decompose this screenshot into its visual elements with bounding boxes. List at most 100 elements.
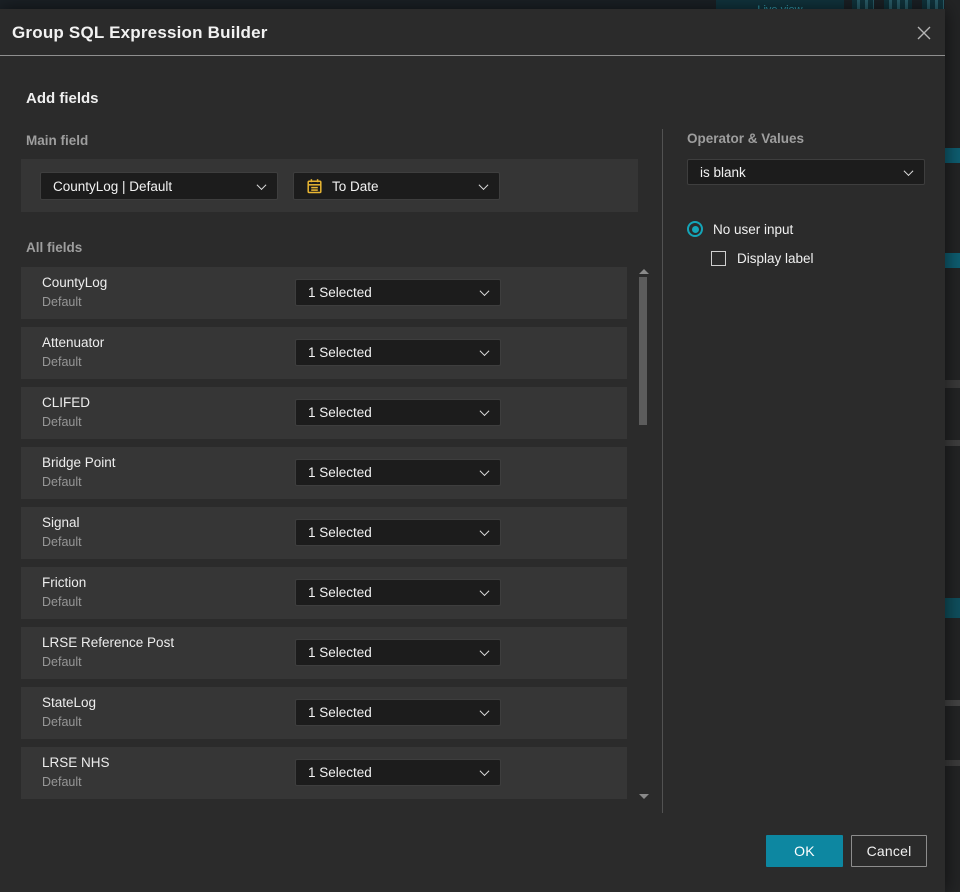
background-fragment [945,440,960,446]
operator-values-label: Operator & Values [687,131,805,146]
chevron-down-icon [478,179,489,190]
background-fragment [945,700,960,706]
chevron-down-icon [479,466,490,477]
operator-select-value: is blank [700,164,746,180]
main-field-label: Main field [26,133,89,148]
selected-count-label: 1 Selected [308,765,372,780]
field-row: Friction Default 1 Selected [21,567,627,619]
dialog-titlebar: Group SQL Expression Builder [0,9,945,56]
field-selected-dropdown[interactable]: 1 Selected [295,639,501,666]
field-subtitle: Default [42,535,82,549]
display-label-checkbox[interactable]: Display label [711,251,814,266]
chevron-down-icon [479,346,490,357]
radio-dot [691,225,699,233]
chevron-down-icon [479,406,490,417]
field-name: StateLog [42,695,97,710]
background-app-right-strip [945,0,960,892]
field-list: CountyLog Default 1 Selected Attenuator … [21,267,627,800]
chevron-down-icon [256,179,267,190]
group-sql-expression-builder-dialog: Group SQL Expression Builder Add fields … [0,9,945,892]
field-subtitle: Default [42,715,82,729]
field-row: CountyLog Default 1 Selected [21,267,627,319]
display-label-text: Display label [737,251,814,266]
scroll-down-icon[interactable] [639,794,649,799]
close-icon [917,26,931,40]
dialog-title: Group SQL Expression Builder [12,23,268,42]
background-icon-fragment [884,0,912,9]
field-name: CLIFED [42,395,91,410]
ok-button[interactable]: OK [766,835,843,867]
background-fragment [945,253,960,268]
scroll-up-icon[interactable] [639,269,649,274]
field-name: Signal [42,515,80,530]
no-user-input-label: No user input [713,221,794,237]
field-row: LRSE NHS Default 1 Selected [21,747,627,799]
chevron-down-icon [479,586,490,597]
field-name: Friction [42,575,87,590]
chevron-down-icon [903,165,914,176]
selected-count-label: 1 Selected [308,705,372,720]
field-subtitle: Default [42,775,82,789]
operator-select[interactable]: is blank [687,159,925,185]
field-row: Bridge Point Default 1 Selected [21,447,627,499]
field-selected-dropdown[interactable]: 1 Selected [295,339,501,366]
chevron-down-icon [479,706,490,717]
field-selected-dropdown[interactable]: 1 Selected [295,699,501,726]
checkbox-icon [711,251,726,266]
background-icon-fragment [922,0,944,9]
field-selected-dropdown[interactable]: 1 Selected [295,759,501,786]
field-row: Signal Default 1 Selected [21,507,627,559]
main-field-select-value: CountyLog | Default [53,178,173,194]
selected-count-label: 1 Selected [308,585,372,600]
background-fragment [945,760,960,766]
field-selected-dropdown[interactable]: 1 Selected [295,459,501,486]
field-name: Attenuator [42,335,105,350]
column-divider [662,129,663,813]
field-name: Bridge Point [42,455,116,470]
main-field-select[interactable]: CountyLog | Default [40,172,278,200]
field-name: LRSE Reference Post [42,635,175,650]
field-row: Attenuator Default 1 Selected [21,327,627,379]
selected-count-label: 1 Selected [308,525,372,540]
field-subtitle: Default [42,295,82,309]
chevron-down-icon [479,526,490,537]
field-subtitle: Default [42,655,82,669]
selected-count-label: 1 Selected [308,465,372,480]
selected-count-label: 1 Selected [308,345,372,360]
field-selected-dropdown[interactable]: 1 Selected [295,399,501,426]
field-list-scrollbar[interactable] [636,267,650,801]
no-user-input-radio[interactable]: No user input [687,221,793,237]
field-subtitle: Default [42,355,82,369]
chevron-down-icon [479,646,490,657]
close-button[interactable] [913,22,935,44]
cancel-button[interactable]: Cancel [851,835,927,867]
field-subtitle: Default [42,475,82,489]
background-icon-fragment [852,0,874,9]
field-name: LRSE NHS [42,755,110,770]
chevron-down-icon [479,766,490,777]
main-field-panel: CountyLog | Default To Date [21,159,638,212]
add-fields-heading: Add fields [26,90,99,107]
field-subtitle: Default [42,415,82,429]
background-fragment [945,148,960,163]
radio-icon [687,221,703,237]
calendar-icon [306,178,323,195]
field-row: StateLog Default 1 Selected [21,687,627,739]
scrollbar-thumb[interactable] [639,277,647,425]
field-selected-dropdown[interactable]: 1 Selected [295,579,501,606]
field-row: CLIFED Default 1 Selected [21,387,627,439]
selected-count-label: 1 Selected [308,405,372,420]
field-subtitle: Default [42,595,82,609]
background-fragment [945,380,960,388]
field-selected-dropdown[interactable]: 1 Selected [295,279,501,306]
all-fields-label: All fields [26,240,83,255]
field-selected-dropdown[interactable]: 1 Selected [295,519,501,546]
background-fragment [945,598,960,618]
field-row: LRSE Reference Post Default 1 Selected [21,627,627,679]
main-field-value-select[interactable]: To Date [293,172,500,200]
main-field-value: To Date [332,178,379,194]
selected-count-label: 1 Selected [308,285,372,300]
chevron-down-icon [479,286,490,297]
background-app-top-strip: Live view [0,0,960,9]
live-view-button: Live view [716,0,844,9]
